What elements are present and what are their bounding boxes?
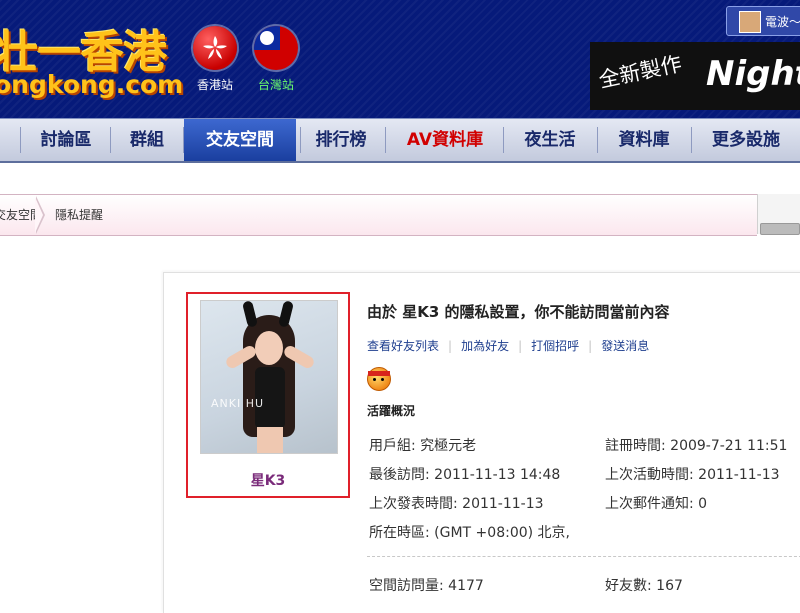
nav-rankings[interactable]: 排行榜: [304, 119, 378, 161]
nav-groups[interactable]: 群組: [114, 119, 180, 161]
view-friends-link[interactable]: 查看好友列表: [367, 339, 439, 353]
stat-user-group: 用戶組: 究極元老: [369, 438, 477, 454]
user-menu[interactable]: 電波～: [726, 6, 800, 36]
breadcrumb-separator-icon: [35, 196, 45, 234]
section-divider: [367, 556, 800, 557]
profile-photo[interactable]: ANKI HU: [200, 300, 338, 454]
profile-actions: 查看好友列表 | 加為好友 | 打個招呼 | 發送消息: [367, 339, 650, 353]
horizontal-scrollbar[interactable]: [757, 194, 800, 235]
promo-banner[interactable]: 全新製作 Night: [590, 42, 800, 110]
stat-last-active: 上次活動時間: 2011-11-13: [605, 467, 780, 483]
nav-nightlife[interactable]: 夜生活: [508, 119, 592, 161]
privacy-notice: 由於 星K3 的隱私設置，你不能訪問當前內容: [367, 303, 670, 321]
breadcrumb-privacy: 隱私提醒: [55, 208, 104, 222]
stat-friends-count: 好友數: 167: [605, 578, 683, 594]
site-logo-domain[interactable]: ongkong.com: [0, 70, 183, 99]
activity-level-icon: [367, 367, 391, 391]
scrollbar-thumb[interactable]: [760, 223, 800, 235]
site-header: 壮一香港 ongkong.com 香港站 台灣站 電波～ 全新製作 Nigh: [0, 0, 800, 118]
nav-social-space[interactable]: 交友空間: [184, 119, 296, 161]
user-avatar: [739, 11, 761, 33]
greet-link[interactable]: 打個招呼: [531, 339, 579, 353]
stat-email-notify: 上次郵件通知: 0: [605, 496, 708, 512]
stat-space-visits: 空間訪問量: 4177: [369, 578, 484, 594]
breadcrumb: 交友空間 隱私提醒: [0, 194, 757, 236]
hongkong-site-link[interactable]: 香港站: [185, 26, 245, 93]
taiwan-flag-icon: [254, 26, 298, 70]
nav-more[interactable]: 更多設施: [696, 119, 796, 161]
nav-forum[interactable]: 討論區: [26, 119, 106, 161]
user-name: 電波～: [765, 15, 800, 29]
taiwan-site-link[interactable]: 台灣站: [246, 26, 306, 93]
stat-registered: 註冊時間: 2009-7-21 11:51: [605, 438, 788, 454]
banner-tagline: 全新製作: [596, 51, 684, 93]
photo-watermark: ANKI HU: [211, 397, 265, 410]
nav-database[interactable]: 資料庫: [602, 119, 686, 161]
send-message-link[interactable]: 發送消息: [601, 339, 649, 353]
hongkong-flag-icon: [193, 26, 237, 70]
profile-avatar-box: ANKI HU 星K3: [186, 292, 350, 498]
add-friend-link[interactable]: 加為好友: [461, 339, 509, 353]
hongkong-site-label: 香港站: [196, 78, 233, 92]
nav-av-database[interactable]: AV資料庫: [392, 119, 498, 161]
taiwan-site-label: 台灣站: [257, 78, 294, 92]
profile-username[interactable]: 星K3: [188, 470, 348, 490]
activity-overview-heading: 活躍概況: [367, 404, 416, 418]
main-nav: 討論區 群組 交友空間 排行榜 AV資料庫 夜生活 資料庫 更多設施: [0, 118, 800, 163]
stat-last-visit: 最後訪問: 2011-11-13 14:48: [369, 467, 561, 483]
banner-title: Night: [706, 54, 800, 94]
stat-last-post: 上次發表時間: 2011-11-13: [369, 496, 544, 512]
stat-timezone: 所在時區: (GMT +08:00) 北京,: [369, 525, 570, 541]
